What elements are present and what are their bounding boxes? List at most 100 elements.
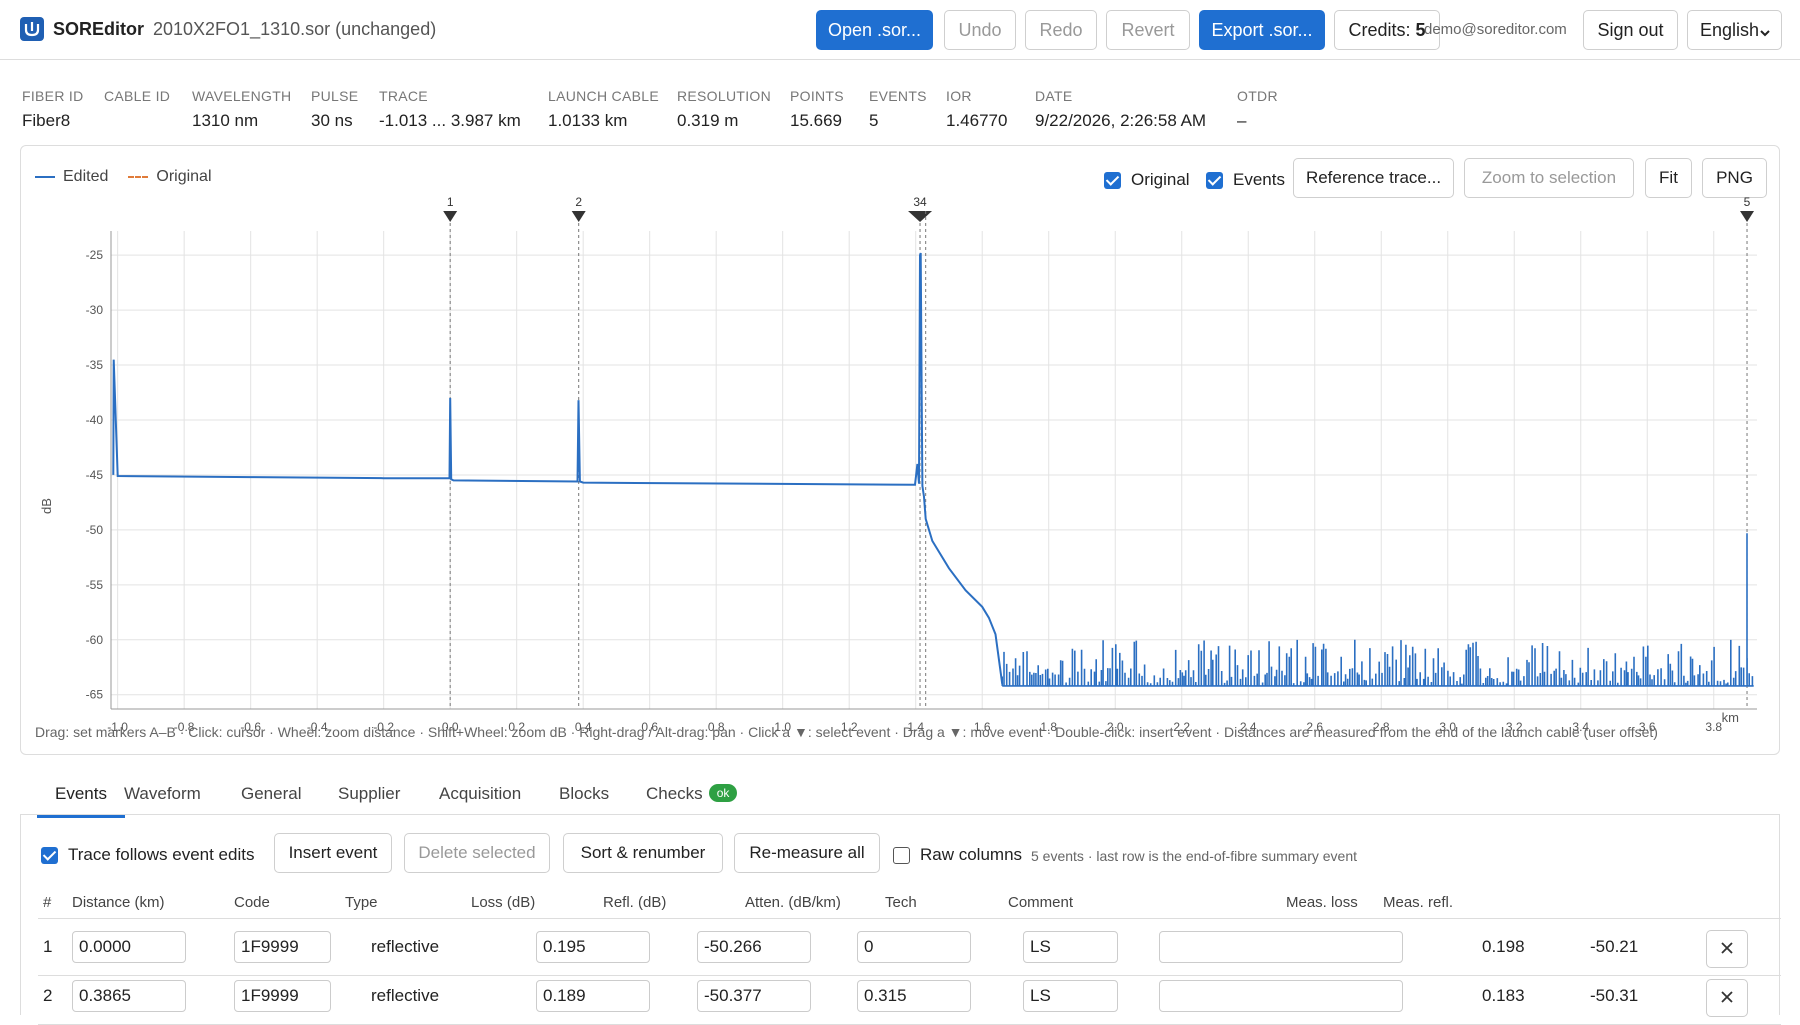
y-tick-label: -50 <box>86 523 104 537</box>
remeasure-all-button[interactable]: Re-measure all <box>734 833 880 873</box>
event-triangle-icon[interactable] <box>443 211 458 222</box>
comment-input[interactable] <box>1159 980 1403 1012</box>
meta-value: 0.319 m <box>677 111 739 130</box>
events-note: 5 events · last row is the end-of-fibre … <box>1031 848 1358 864</box>
tech-input[interactable] <box>1023 931 1118 963</box>
table-row[interactable]: 2 reflective 0.183 -50.31 <box>21 976 1781 1024</box>
y-tick-label: -55 <box>86 578 104 592</box>
meta-label: OTDR <box>1237 88 1278 104</box>
chevron-down-icon <box>1759 23 1771 44</box>
reflectance-input[interactable] <box>697 980 811 1012</box>
show-original-checkbox[interactable]: Original <box>1104 170 1190 190</box>
loss-input[interactable] <box>536 980 650 1012</box>
attenuation-input[interactable] <box>857 931 971 963</box>
tab-supplier[interactable]: Supplier <box>338 784 400 804</box>
meta-label: FIBER ID <box>22 88 84 104</box>
column-header: Distance (km) <box>72 894 165 911</box>
meta-field-fiber-id: FIBER ID Fiber8 <box>22 88 84 131</box>
event-label: 34 <box>913 195 927 209</box>
table-divider <box>38 918 1781 919</box>
column-header: Comment <box>1008 894 1074 911</box>
app-name: SOREditor <box>53 19 145 39</box>
sort-renumber-button[interactable]: Sort & renumber <box>563 833 723 873</box>
meta-field-events: EVENTS 5 <box>869 88 927 131</box>
event-label: 2 <box>575 195 582 209</box>
measured-reflectance: -50.31 <box>1590 986 1639 1005</box>
tab-events[interactable]: Events <box>37 784 125 818</box>
top-bar: SOREditor 2010X2FO1_1310.sor (unchanged)… <box>0 0 1800 60</box>
delete-row-button[interactable] <box>1706 979 1748 1017</box>
measured-reflectance: -50.21 <box>1590 937 1639 956</box>
loss-input[interactable] <box>536 931 650 963</box>
tab-acquisition[interactable]: Acquisition <box>439 784 521 804</box>
column-header: Code <box>234 894 270 911</box>
meta-field-wavelength: WAVELENGTH 1310 nm <box>192 88 291 131</box>
column-header: Type <box>345 894 378 911</box>
sign-out-button[interactable]: Sign out <box>1583 10 1678 50</box>
show-events-checkbox[interactable]: Events <box>1206 170 1285 190</box>
trace-line-edited <box>112 252 1004 684</box>
meta-label: LAUNCH CABLE <box>548 88 659 104</box>
meta-value: 1.0133 km <box>548 111 628 130</box>
code-input[interactable] <box>234 980 331 1012</box>
distance-input[interactable] <box>72 931 186 963</box>
meta-field-otdr: OTDR – <box>1237 88 1278 131</box>
meta-label: WAVELENGTH <box>192 88 292 104</box>
language-select[interactable]: English <box>1687 10 1782 50</box>
trace-follows-label: Trace follows event edits <box>68 845 255 864</box>
close-icon <box>1720 938 1734 961</box>
code-input[interactable] <box>234 931 331 963</box>
meta-label: PULSE <box>311 88 359 104</box>
revert-button[interactable]: Revert <box>1106 10 1190 50</box>
export-sor-button[interactable]: Export .sor... <box>1199 10 1325 50</box>
event-type: reflective <box>371 937 440 956</box>
event-type: reflective <box>371 986 440 1005</box>
delete-row-button[interactable] <box>1706 930 1748 968</box>
otdr-trace-chart[interactable]: 1 2 34 5 -1.0 -0.8 -0.6 -0.4 -0.2 0.0 0.2 0.4 0.6 0.… <box>21 191 1779 751</box>
event-number: 2 <box>43 986 53 1005</box>
tab-waveform[interactable]: Waveform <box>124 784 201 804</box>
attenuation-input[interactable] <box>857 980 971 1012</box>
tab-checks[interactable]: Checks ok <box>646 784 738 804</box>
checkbox-checked-icon[interactable] <box>1104 171 1121 189</box>
meta-label: POINTS <box>790 88 844 104</box>
detail-tabs: Events Waveform General Supplier Acquisition… <box>20 770 1780 818</box>
show-original-label: Original <box>1131 170 1190 189</box>
open-sor-button[interactable]: Open .sor... <box>816 10 933 50</box>
reflectance-input[interactable] <box>697 931 811 963</box>
delete-selected-button[interactable]: Delete selected <box>404 833 550 873</box>
show-events-label: Events <box>1233 170 1285 189</box>
tech-input[interactable] <box>1023 980 1118 1012</box>
event-triangle-icon[interactable] <box>908 211 933 222</box>
event-triangle-icon[interactable] <box>571 211 586 222</box>
event-triangle-icon[interactable] <box>1740 211 1755 222</box>
insert-event-button[interactable]: Insert event <box>274 833 392 873</box>
legend-edited-swatch <box>35 176 55 178</box>
x-tick-label: 3.8 <box>1705 720 1722 734</box>
redo-button[interactable]: Redo <box>1025 10 1097 50</box>
y-axis-label: dB <box>39 498 54 514</box>
event-label: 1 <box>447 195 454 209</box>
checkbox-unchecked-icon[interactable] <box>893 846 910 864</box>
meta-field-trace: TRACE -1.013 ... 3.987 km <box>379 88 521 131</box>
table-row[interactable]: 1 reflective 0.198 -50.21 <box>21 927 1781 975</box>
legend-edited-label: Edited <box>63 168 109 185</box>
trace-follows-checkbox[interactable]: Trace follows event edits <box>41 845 254 865</box>
x-axis-label: km <box>1722 710 1739 725</box>
comment-input[interactable] <box>1159 931 1403 963</box>
meta-value: 15.669 <box>790 111 842 130</box>
raw-columns-label: Raw columns <box>920 845 1023 864</box>
tab-general[interactable]: General <box>241 784 301 804</box>
y-tick-label: -35 <box>86 358 104 372</box>
meta-field-ior: IOR 1.46770 <box>946 88 1007 131</box>
measured-loss: 0.198 <box>1482 937 1525 956</box>
legend-original-swatch <box>128 176 149 178</box>
checkbox-checked-icon[interactable] <box>1206 171 1223 189</box>
tab-blocks[interactable]: Blocks <box>559 784 609 804</box>
undo-button[interactable]: Undo <box>944 10 1016 50</box>
raw-columns-checkbox[interactable]: Raw columns <box>893 845 1022 865</box>
y-tick-label: -60 <box>86 633 104 647</box>
checkbox-checked-icon[interactable] <box>41 846 58 864</box>
distance-input[interactable] <box>72 980 186 1012</box>
events-panel: Trace follows event edits Insert event D… <box>20 815 1781 1025</box>
